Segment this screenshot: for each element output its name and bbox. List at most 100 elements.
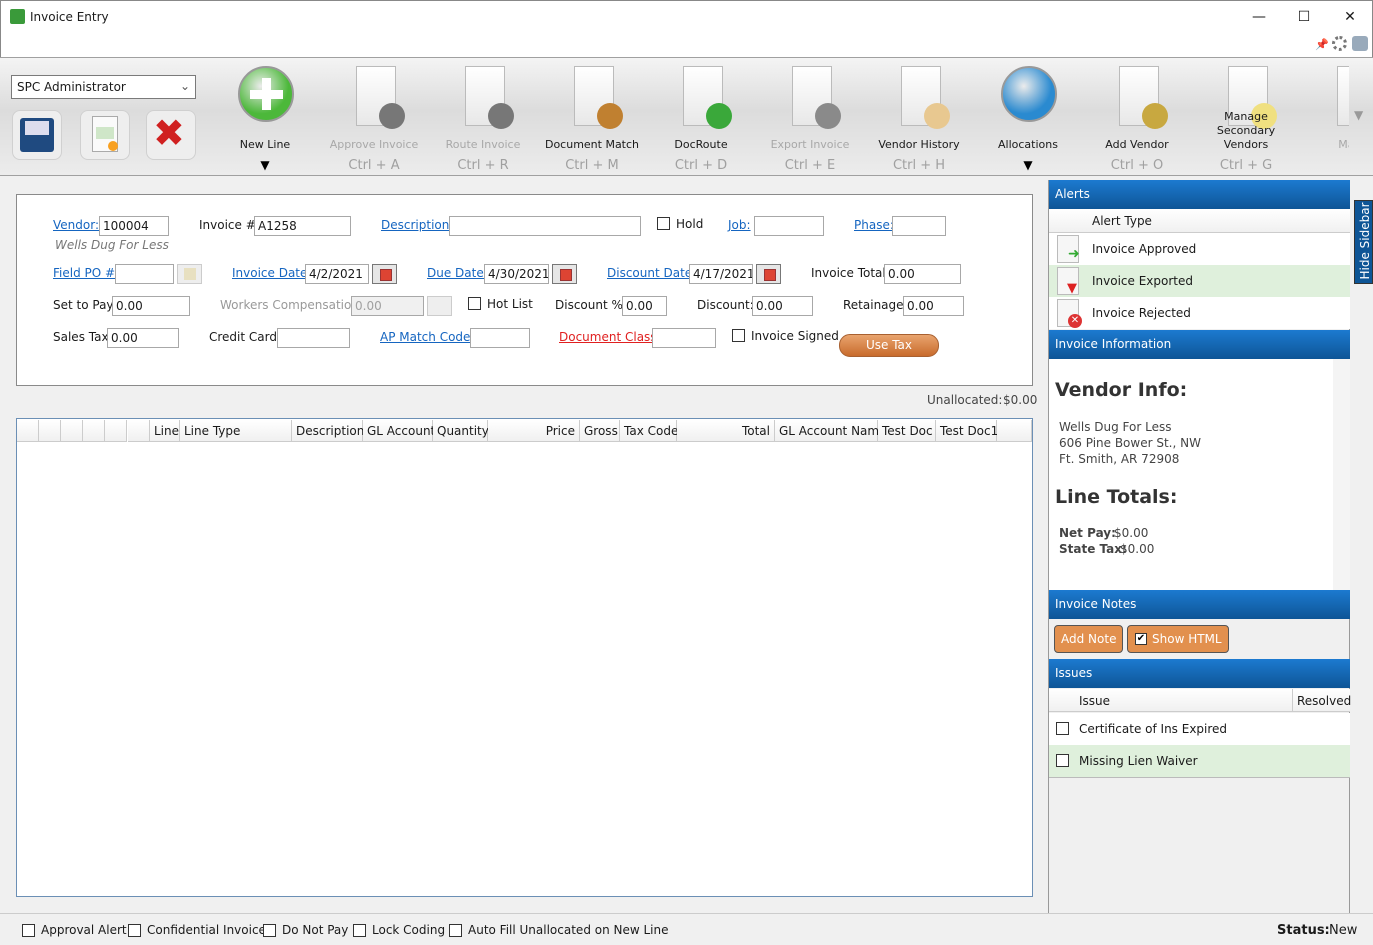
close-button[interactable]: ✕ [1340,7,1360,27]
discount-field[interactable]: 0.00 [752,296,813,316]
toolbar-button-route-invoice[interactable]: Route Invoice Ctrl + R [429,60,537,176]
user-name: SPC Administrator [17,80,126,94]
toolbar-button-document-match[interactable]: Document Match Ctrl + M [538,60,646,176]
column-header-tax-code[interactable]: Tax Code [620,420,678,442]
column-header-line-type[interactable]: Line Type [180,420,292,442]
invoice-number-field[interactable]: A1258 [254,216,351,236]
hide-sidebar-tab[interactable]: Hide Sidebar [1354,200,1373,284]
dropdown-arrow-icon[interactable]: ▼ [974,158,1082,172]
invoice-lines-grid[interactable]: Line Line Type Description GL Account Quanti… [16,418,1033,897]
ap-match-code-field[interactable] [470,328,530,348]
toolbar-button-export-invoice[interactable]: Export Invoice Ctrl + E [756,60,864,176]
issue-column[interactable]: Issue [1079,694,1110,708]
set-to-pay-field[interactable]: 0.00 [112,296,190,316]
field-po-link[interactable]: Field PO #: [53,266,119,280]
alert-row[interactable]: ▼ Invoice Exported [1049,265,1350,297]
lock-coding-checkbox[interactable] [353,924,366,937]
dropdown-arrow-icon[interactable]: ▼ [211,158,319,172]
field-po-field[interactable] [115,264,174,284]
column-header-gl-account[interactable]: GL Account [363,420,435,442]
column-header-gl-account-name[interactable]: GL Account Name [775,420,886,442]
alert-type-column[interactable]: Alert Type [1092,214,1152,228]
issue-resolved-checkbox[interactable] [1056,722,1069,735]
sales-tax-field[interactable]: 0.00 [107,328,179,348]
phase-link[interactable]: Phase: [854,218,894,232]
due-date-field[interactable]: 4/30/2021 [484,264,549,284]
approval-alert-checkbox[interactable] [22,924,35,937]
use-tax-button[interactable]: Use Tax [839,334,939,357]
toolbar-button-new-line[interactable]: New Line ▼ [211,60,319,176]
toolbar-button-label: Allocations [998,138,1058,151]
confidential-invoice-checkbox[interactable] [128,924,141,937]
new-invoice-button[interactable] [80,110,130,160]
description-field[interactable] [449,216,641,236]
invoice-date-calendar-icon[interactable] [372,264,397,284]
user-dropdown[interactable]: SPC Administrator ⌄ [11,75,196,99]
column-header-description[interactable]: Description [292,420,364,442]
info-scrollbar[interactable] [1333,359,1350,590]
column-header-price[interactable]: Price [488,420,580,442]
credit-card-field[interactable] [277,328,350,348]
maximize-button[interactable]: ☐ [1294,7,1314,27]
gear-icon[interactable] [1332,36,1347,51]
toolbar-button-add-vendor[interactable]: Add Vendor Ctrl + O [1083,60,1191,176]
discount-date-field[interactable]: 4/17/2021 [689,264,753,284]
column-header-total[interactable]: Total [677,420,775,442]
due-date-calendar-icon[interactable] [552,264,577,284]
alert-row[interactable]: ✕ Invoice Rejected [1049,297,1350,329]
document-class-field[interactable] [652,328,716,348]
phase-field[interactable] [892,216,946,236]
invoice-signed-checkbox[interactable] [732,329,745,342]
column-header-filler [997,420,1032,442]
add-note-button[interactable]: Add Note [1054,625,1124,653]
toolbar-button-match[interactable]: Match [1301,60,1349,176]
job-link[interactable]: Job: [728,218,751,232]
vendor-field[interactable]: 100004 [99,216,169,236]
route-invoice-icon [465,66,514,129]
alert-row[interactable]: ➜ Invoice Approved [1049,233,1350,265]
save-button[interactable] [12,110,62,160]
column-header-test-doc1[interactable]: Test Doc1 [936,420,998,442]
discount-percent-field[interactable]: 0.00 [622,296,667,316]
settings-icon[interactable] [1352,36,1368,51]
issue-row[interactable]: Certificate of Ins Expired [1049,713,1350,745]
column-header-line[interactable]: Line [150,420,180,442]
status-label: Status: [1277,923,1330,938]
do-not-pay-checkbox[interactable] [263,924,276,937]
auto-fill-checkbox[interactable] [449,924,462,937]
toolbar-button-label: Match [1338,138,1349,151]
column-header-gross[interactable]: Gross [580,420,620,442]
discount-date-link[interactable]: Discount Date: [607,266,696,280]
toolbar-button-docroute[interactable]: DocRoute Ctrl + D [647,60,755,176]
toolbar-scroll-down-icon[interactable]: ▼ [1354,108,1363,122]
invoice-date-field[interactable]: 4/2/2021 [305,264,369,284]
document-class-link[interactable]: Document Class: [559,330,661,344]
calculator-icon [427,296,452,316]
invoice-total-field[interactable]: 0.00 [884,264,961,284]
issue-row[interactable]: Missing Lien Waiver [1049,745,1350,777]
resolved-column[interactable]: Resolved [1297,694,1351,708]
show-html-toggle[interactable]: ✔ Show HTML [1127,625,1229,653]
pin-icon[interactable]: 📌 [1315,38,1329,51]
minimize-button[interactable]: — [1249,7,1269,27]
hold-checkbox[interactable] [657,217,670,230]
field-po-lookup-button[interactable] [177,264,202,284]
toolbar-button-allocations[interactable]: Allocations ▼ [974,60,1082,176]
retainage-field[interactable]: 0.00 [903,296,964,316]
job-field[interactable] [754,216,824,236]
description-link[interactable]: Description: [381,218,453,232]
invoice-date-link[interactable]: Invoice Date: [232,266,311,280]
ap-match-code-link[interactable]: AP Match Code: [380,330,474,344]
unallocated-value: $0.00 [1003,393,1038,407]
hot-list-checkbox[interactable] [468,297,481,310]
due-date-link[interactable]: Due Date: [427,266,488,280]
toolbar-button-approve-invoice[interactable]: Approve Invoice Ctrl + A [320,60,428,176]
cancel-button[interactable]: ✖ [146,110,196,160]
column-header-quantity[interactable]: Quantity [433,420,489,442]
issue-resolved-checkbox[interactable] [1056,754,1069,767]
toolbar-button-vendor-history[interactable]: Vendor History Ctrl + H [865,60,973,176]
toolbar-button-manage-secondary-vendors[interactable]: Manage Secondary Vendors Ctrl + G [1192,60,1300,176]
discount-date-calendar-icon[interactable] [756,264,781,284]
vendor-link[interactable]: Vendor: [53,218,99,232]
column-header-test-doc[interactable]: Test Doc [878,420,936,442]
